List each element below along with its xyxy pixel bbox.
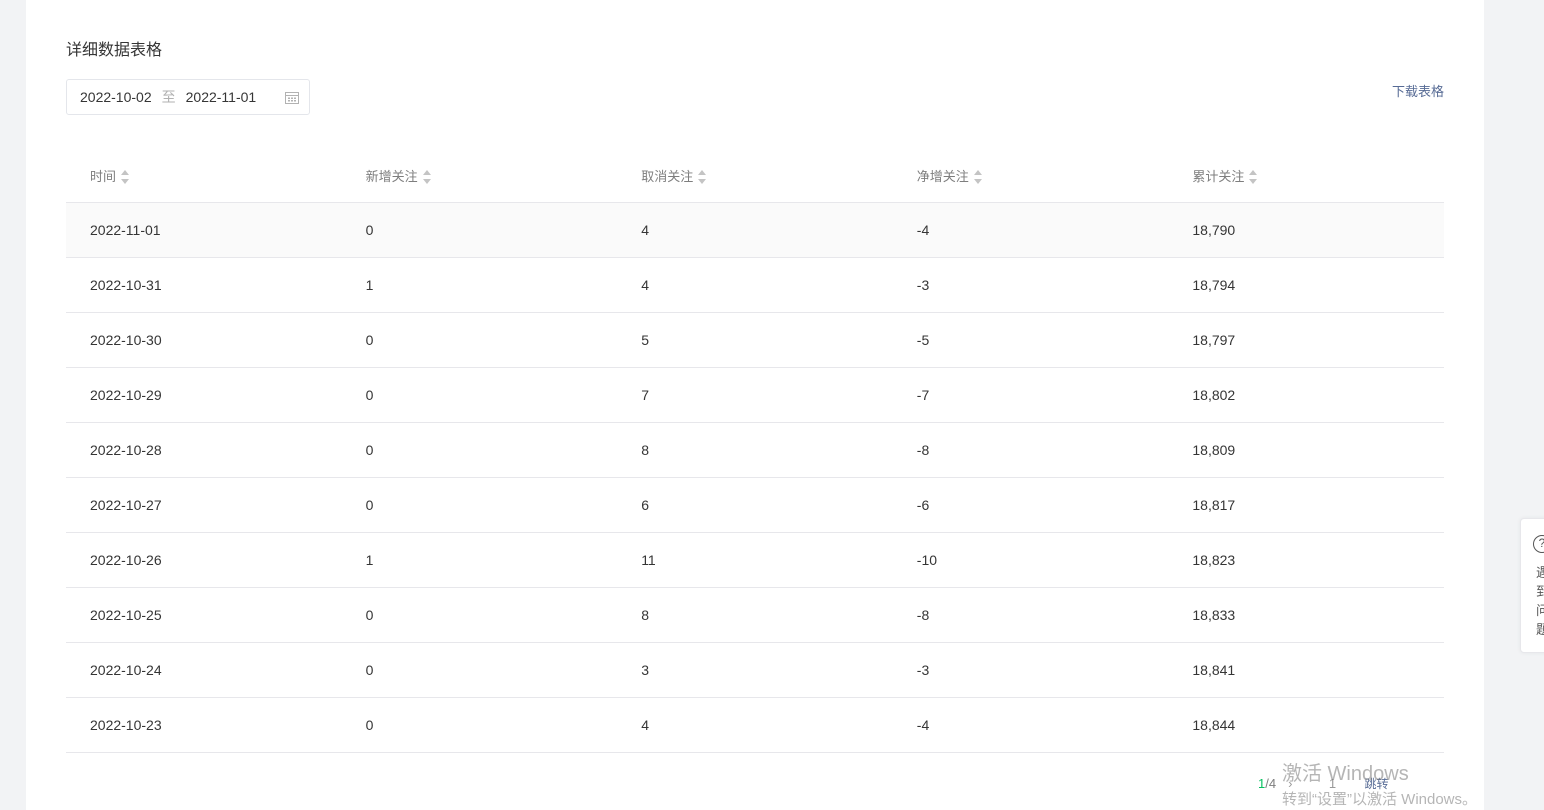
cell-new: 0: [341, 587, 618, 643]
cell-net: -10: [892, 532, 1169, 588]
cell-new: 0: [341, 697, 618, 753]
help-label: 遇到问题: [1536, 565, 1544, 637]
cell-total: 18,844: [1168, 697, 1444, 753]
sort-icon[interactable]: [698, 170, 707, 185]
chevron-right-icon[interactable]: ›: [1288, 776, 1292, 791]
table-row: 2022-10-31 1 4 -3 18,794: [66, 257, 1444, 313]
cell-net: -8: [892, 422, 1169, 478]
table-row: 2022-10-26 1 11 -10 18,823: [66, 532, 1444, 588]
cell-time: 2022-10-24: [66, 642, 342, 698]
cell-total: 18,833: [1168, 587, 1444, 643]
end-date[interactable]: 2022-11-01: [186, 89, 257, 105]
table-row: 2022-11-01 0 4 -4 18,790: [66, 202, 1444, 258]
cell-time: 2022-11-01: [66, 202, 342, 258]
cell-unfollow: 8: [617, 422, 893, 478]
total-pages: 4: [1268, 776, 1277, 791]
cell-unfollow: 3: [617, 642, 893, 698]
table-row: 2022-10-27 0 6 -6 18,817: [66, 477, 1444, 533]
start-date[interactable]: 2022-10-02: [80, 89, 152, 105]
table-row: 2022-10-29 0 7 -7 18,802: [66, 367, 1444, 423]
calendar-icon[interactable]: [285, 91, 299, 104]
cell-unfollow: 4: [617, 257, 893, 313]
cell-unfollow: 7: [617, 367, 893, 423]
detail-data-card: 详细数据表格 2022-10-02 至 2022-11-01 下载表格 时间 新…: [26, 0, 1484, 810]
cell-net: -4: [892, 202, 1169, 258]
cell-time: 2022-10-26: [66, 532, 342, 588]
table-header-row: 时间 新增关注 取消关注 净增关注 累计关注: [66, 148, 1444, 203]
cell-time: 2022-10-25: [66, 587, 342, 643]
cell-new: 0: [341, 367, 618, 423]
cell-total: 18,802: [1168, 367, 1444, 423]
sort-icon[interactable]: [121, 170, 130, 185]
cell-time: 2022-10-28: [66, 422, 342, 478]
column-header-net-follows[interactable]: 净增关注: [892, 148, 1169, 203]
cell-total: 18,790: [1168, 202, 1444, 258]
cell-time: 2022-10-30: [66, 312, 342, 368]
table-row: 2022-10-30 0 5 -5 18,797: [66, 312, 1444, 368]
cell-net: -7: [892, 367, 1169, 423]
table-row: 2022-10-25 0 8 -8 18,833: [66, 587, 1444, 643]
cell-new: 1: [341, 532, 618, 588]
cell-new: 0: [341, 312, 618, 368]
question-icon: ?: [1533, 535, 1544, 553]
date-separator: 至: [161, 89, 176, 105]
cell-net: -3: [892, 257, 1169, 313]
help-floating-button[interactable]: ? 遇到问题: [1520, 518, 1544, 653]
cell-total: 18,841: [1168, 642, 1444, 698]
cell-new: 1: [341, 257, 618, 313]
download-table-link[interactable]: 下载表格: [1392, 81, 1444, 100]
cell-total: 18,809: [1168, 422, 1444, 478]
column-header-time[interactable]: 时间: [66, 148, 342, 203]
cell-net: -3: [892, 642, 1169, 698]
cell-unfollow: 5: [617, 312, 893, 368]
cell-new: 0: [341, 642, 618, 698]
cell-unfollow: 4: [617, 202, 893, 258]
cell-new: 0: [341, 477, 618, 533]
column-header-new-follows[interactable]: 新增关注: [341, 148, 618, 203]
cell-time: 2022-10-29: [66, 367, 342, 423]
cell-unfollow: 4: [617, 697, 893, 753]
cell-net: -8: [892, 587, 1169, 643]
date-range-picker[interactable]: 2022-10-02 至 2022-11-01: [66, 79, 310, 115]
cell-total: 18,823: [1168, 532, 1444, 588]
cell-new: 0: [341, 422, 618, 478]
column-header-total-follows[interactable]: 累计关注: [1168, 148, 1444, 203]
pagination: 1 / 4 › 1 跳转: [1258, 775, 1388, 792]
current-page: 1: [1258, 776, 1266, 791]
sort-icon[interactable]: [422, 170, 432, 185]
cell-new: 0: [341, 202, 618, 258]
cell-unfollow: 11: [617, 532, 893, 588]
cell-time: 2022-10-31: [66, 257, 342, 313]
cell-total: 18,794: [1168, 257, 1444, 313]
cell-unfollow: 8: [617, 587, 893, 643]
cell-net: -6: [892, 477, 1169, 533]
cell-time: 2022-10-23: [66, 697, 342, 753]
cell-total: 18,797: [1168, 312, 1444, 368]
sort-icon[interactable]: [1249, 170, 1258, 185]
data-table: 时间 新增关注 取消关注 净增关注 累计关注 2022-11-01 0 4 -4 18,…: [66, 148, 1444, 753]
sort-icon[interactable]: [973, 170, 983, 185]
table-row: 2022-10-23 0 4 -4 18,844: [66, 697, 1444, 753]
cell-net: -5: [892, 312, 1169, 368]
table-row: 2022-10-24 0 3 -3 18,841: [66, 642, 1444, 698]
page-jump-input[interactable]: 1: [1322, 776, 1342, 791]
page-jump-button[interactable]: 跳转: [1364, 775, 1388, 792]
column-header-unfollows[interactable]: 取消关注: [617, 148, 893, 203]
cell-net: -4: [892, 697, 1169, 753]
section-title: 详细数据表格: [66, 42, 163, 59]
cell-total: 18,817: [1168, 477, 1444, 533]
cell-unfollow: 6: [617, 477, 893, 533]
cell-time: 2022-10-27: [66, 477, 342, 533]
table-row: 2022-10-28 0 8 -8 18,809: [66, 422, 1444, 478]
